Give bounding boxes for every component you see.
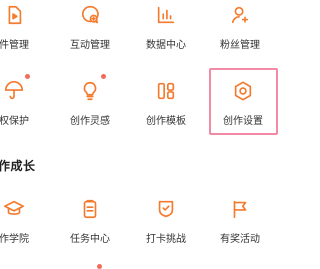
notification-dot <box>101 74 106 79</box>
grid-item-label: 粉丝管理 <box>220 40 260 51</box>
grid-item-fans-manage[interactable]: 粉丝管理 <box>198 4 279 68</box>
creator-tools-panel: 件管理 互动管理 数据中心 粉丝管理 权保护 创作灵感 创作模板 创作设置 作成… <box>0 0 279 269</box>
grid-item-reward-activities[interactable]: 有奖活动 <box>198 198 279 262</box>
umbrella-icon <box>3 80 25 102</box>
grid-item-checkin-challenge[interactable]: 打卡挑战 <box>124 198 208 262</box>
grid-item-label: 有奖活动 <box>220 234 260 245</box>
grid-item-interaction-manage[interactable]: 互动管理 <box>48 4 132 68</box>
user-fans-icon <box>229 4 251 26</box>
lightbulb-icon <box>79 80 101 102</box>
comment-plus-icon <box>79 4 101 26</box>
notification-dot <box>97 264 102 269</box>
highlight-frame <box>209 68 278 135</box>
file-play-icon <box>3 4 25 26</box>
bar-chart-icon <box>155 4 177 26</box>
grid-item-label: 互动管理 <box>70 40 110 51</box>
grid-item-data-center[interactable]: 数据中心 <box>124 4 208 68</box>
grid-item-creative-inspiration[interactable]: 创作灵感 <box>48 74 132 144</box>
grid-item-label: 数据中心 <box>146 40 186 51</box>
shield-check-icon <box>155 198 177 220</box>
grid-item-label: 任务中心 <box>70 234 110 245</box>
grid-item-label: 创作灵感 <box>70 116 110 127</box>
grid-item-label: 打卡挑战 <box>146 234 186 245</box>
flag-icon <box>229 198 251 220</box>
grid-item-label: 创作模板 <box>146 116 186 127</box>
task-clipboard-icon <box>79 198 101 220</box>
graduation-cap-icon <box>3 198 25 220</box>
grid-item-task-center[interactable]: 任务中心 <box>48 198 132 262</box>
notification-dot <box>25 74 30 79</box>
section-title: 作成长 <box>0 159 36 173</box>
template-grid-icon <box>155 80 177 102</box>
grid-item-creative-template[interactable]: 创作模板 <box>124 80 208 144</box>
